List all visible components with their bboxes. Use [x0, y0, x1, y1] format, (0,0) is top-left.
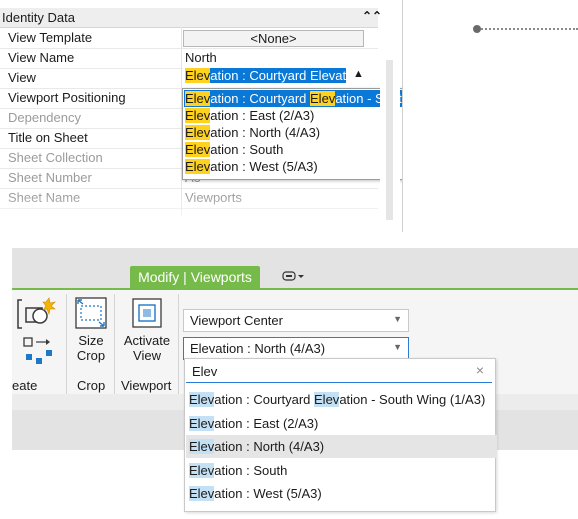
identity-data-header[interactable]: Identity Data ⌃⌃ — [0, 8, 382, 28]
caret-up-icon[interactable]: ▲ — [353, 68, 364, 80]
item-text: ation : North (4/A3) — [214, 439, 325, 454]
list-item[interactable]: Elevation : East (2/A3) — [184, 107, 314, 124]
item-text: ation : North (4/A3) — [210, 125, 321, 140]
create-group-icon[interactable] — [16, 296, 60, 339]
property-label: Sheet Number — [8, 170, 92, 185]
property-label: Viewport Positioning — [8, 90, 126, 105]
list-item[interactable]: Elevation : West (5/A3) — [186, 482, 497, 505]
panel-label-create: eate — [12, 378, 38, 393]
chevron-down-icon[interactable]: ▼ — [393, 314, 402, 324]
combo-value: Viewport Center — [190, 313, 283, 328]
match-highlight: Elev — [185, 108, 211, 123]
property-label: Dependency — [8, 110, 81, 125]
list-item[interactable]: Elevation : Courtyard Elevation - South … — [186, 388, 497, 411]
selected-text: ation : Courtyard Elevat — [210, 68, 347, 83]
item-text: ation : West (5/A3) — [210, 159, 318, 174]
property-label: View Template — [8, 30, 93, 45]
property-label: View Name — [8, 50, 75, 65]
item-text: ation : East (2/A3) — [214, 416, 319, 431]
button-label-line2: View — [133, 348, 161, 363]
match-highlight: Elev — [189, 439, 215, 454]
leader-line — [478, 28, 578, 30]
property-label: Sheet Collection — [8, 150, 103, 165]
list-item[interactable]: Elevation : East (2/A3) — [186, 412, 497, 435]
match-highlight: Elev — [314, 392, 340, 407]
item-text: ation - South Wing (1/A3) — [339, 392, 486, 407]
match-highlight: Elev — [185, 68, 211, 83]
list-item[interactable]: Elevation : South — [186, 459, 497, 482]
match-highlight: Elev — [310, 91, 336, 106]
property-label: Title on Sheet — [8, 130, 88, 145]
match-highlight: Elev — [189, 392, 215, 407]
button-label-line1: Activate — [123, 333, 171, 348]
property-label: View — [8, 70, 36, 85]
search-input[interactable]: Elev × — [186, 360, 492, 383]
tab-modify-viewports[interactable]: Modify | Viewports — [130, 266, 260, 288]
panel-toggle-icon — [282, 271, 304, 281]
item-text: ation : East (2/A3) — [210, 108, 315, 123]
match-highlight: Elev — [185, 159, 211, 174]
view-template-button[interactable]: <None> — [183, 30, 364, 47]
panel-label-viewport: Viewport — [121, 378, 172, 393]
combo-value: Elevation : North (4/A3) — [190, 341, 326, 356]
activate-view-icon — [132, 298, 162, 328]
panel-divider — [114, 294, 115, 394]
ungroup-icon[interactable] — [22, 336, 56, 373]
leader-end-dot — [473, 25, 481, 33]
item-text: ation : West (5/A3) — [214, 486, 322, 501]
match-highlight: Elev — [189, 416, 215, 431]
view-name-value[interactable]: North — [185, 50, 217, 65]
panel-toggle-dropdown[interactable] — [282, 270, 306, 285]
panel-label-crop: Crop — [77, 378, 106, 393]
item-text: ation : South — [210, 142, 284, 157]
button-label-line1: Size — [78, 333, 104, 348]
panel-divider — [66, 294, 67, 394]
list-item[interactable]: Elevation : West (5/A3) — [184, 158, 318, 175]
panel-divider — [178, 294, 179, 394]
list-item[interactable]: Elevation : North (4/A3) — [186, 435, 497, 458]
scrollbar-thumb[interactable] — [386, 60, 393, 220]
view-combo-field[interactable]: Elevation : Courtyard Elevat ▲ — [183, 67, 379, 85]
clear-search-icon[interactable]: × — [476, 362, 484, 378]
view-dropdown-panel[interactable]: Elev × Elevation : Courtyard Elevation -… — [184, 358, 497, 512]
match-highlight: Elev — [189, 463, 215, 478]
view-combo[interactable]: Elevation : North (4/A3) ▼ — [183, 337, 409, 360]
match-highlight: Elev — [189, 486, 215, 501]
item-text: ation : Courtyard — [210, 91, 311, 106]
search-text: Elev — [192, 364, 218, 379]
viewport-positioning-combo[interactable]: Viewport Center ▼ — [183, 309, 409, 332]
section-title: Identity Data — [2, 10, 75, 25]
property-row-view-name: View Name North — [0, 48, 378, 69]
size-crop-icon — [75, 297, 107, 329]
list-item[interactable]: Elevation : North (4/A3) — [184, 124, 320, 141]
activate-view-button[interactable]: Activate View — [118, 296, 176, 363]
match-highlight: Elev — [185, 142, 211, 157]
view-field-text: Elevation : Courtyard Elevat — [185, 68, 347, 83]
fade-overlay — [0, 195, 400, 232]
tab-label: Modify | Viewports — [138, 269, 252, 285]
list-item[interactable]: Elevation : South — [184, 141, 283, 158]
size-crop-button[interactable]: Size Crop — [70, 296, 112, 363]
match-highlight: Elev — [185, 91, 211, 106]
button-label-line2: Crop — [76, 348, 106, 363]
drawing-area — [402, 0, 578, 232]
item-text: ation : Courtyard — [214, 392, 315, 407]
match-highlight: Elev — [185, 125, 211, 140]
chevron-down-icon[interactable]: ▼ — [393, 342, 402, 352]
item-text: ation : South — [214, 463, 288, 478]
